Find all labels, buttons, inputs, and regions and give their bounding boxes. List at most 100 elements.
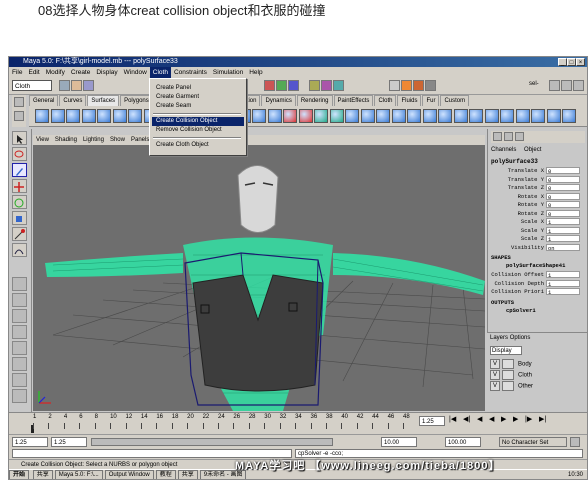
channel-attribute-row[interactable]: Collision Depth 1 xyxy=(488,279,587,289)
menu-file[interactable]: File xyxy=(9,67,25,78)
menu-item-create-collision-object[interactable]: Create Collision Object xyxy=(152,117,244,126)
shelf-tool-icon[interactable] xyxy=(546,109,561,123)
attribute-value-field[interactable]: 0 xyxy=(546,192,580,201)
snap-curve-icon[interactable] xyxy=(321,80,332,91)
shelf-tool-icon[interactable] xyxy=(128,109,142,123)
channel-attribute-row[interactable]: Scale Y1 xyxy=(488,226,587,236)
layer-color-swatch[interactable] xyxy=(502,359,514,369)
step-back-icon[interactable]: ◀ xyxy=(477,415,482,423)
layer-color-swatch[interactable] xyxy=(502,370,514,380)
channel-attribute-row[interactable]: Collision Offset 1 xyxy=(488,271,587,280)
channel-attribute-row[interactable]: Translate X0 xyxy=(488,167,587,176)
menu-display[interactable]: Display xyxy=(93,67,120,78)
viewport-menu-lighting[interactable]: Lighting xyxy=(80,135,107,145)
channel-attribute-row[interactable]: Collision Priori 1 xyxy=(488,288,587,297)
attribute-value-field[interactable]: 1 xyxy=(546,288,580,296)
attribute-value-field[interactable]: 0 xyxy=(546,184,580,192)
select-by-hierarchy-icon[interactable] xyxy=(264,80,275,91)
layout-single-pane-icon[interactable] xyxy=(12,277,27,291)
show-hide-channel-box-icon[interactable] xyxy=(573,80,584,91)
layout-graph-icon[interactable] xyxy=(12,341,27,355)
menu-item-create-cloth-object[interactable]: Create Cloth Object xyxy=(156,141,209,150)
character-set-select[interactable]: No Character Set xyxy=(499,437,567,447)
taskbar-item[interactable]: 共享 xyxy=(177,470,198,479)
viewport-menu-shading[interactable]: Shading xyxy=(52,135,80,145)
attribute-value-field[interactable]: 1 xyxy=(546,279,580,288)
shelf-tool-icon[interactable] xyxy=(252,109,266,123)
tab-layers[interactable]: Layers xyxy=(490,335,508,341)
menu-constraints[interactable]: Constraints xyxy=(171,67,210,78)
rotate-tool-icon[interactable] xyxy=(12,195,27,209)
menu-item-create-panel[interactable]: Create Panel xyxy=(156,84,191,93)
shelf-tool-icon[interactable] xyxy=(35,109,49,123)
select-tool-icon[interactable] xyxy=(12,131,27,145)
channel-attribute-row[interactable]: Visibility on xyxy=(488,243,587,253)
attribute-value-field[interactable]: 0 xyxy=(546,167,580,175)
play-backward-icon[interactable]: ◀ xyxy=(489,415,494,423)
lasso-tool-icon[interactable] xyxy=(12,147,27,161)
playback-start-field[interactable]: 1.25 xyxy=(51,437,87,447)
channel-attribute-row[interactable]: Rotate Y0 xyxy=(488,201,587,210)
close-button[interactable]: × xyxy=(576,58,585,66)
menu-create[interactable]: Create xyxy=(68,67,94,78)
end-time-field[interactable]: 100.00 xyxy=(445,437,481,447)
layout-side-by-side-icon[interactable] xyxy=(12,309,27,323)
minimize-button[interactable]: _ xyxy=(558,58,567,66)
move-tool-icon[interactable] xyxy=(12,179,27,193)
layer-visibility-toggle[interactable]: V xyxy=(490,381,500,391)
manipulator-tool-icon[interactable] xyxy=(12,227,27,241)
shelf-tab-menu-icon[interactable] xyxy=(14,97,24,107)
menu-simulation[interactable]: Simulation xyxy=(210,67,246,78)
shelf-tool-icon[interactable] xyxy=(438,109,452,123)
layout-four-pane-icon[interactable] xyxy=(12,293,27,307)
attribute-value-field[interactable]: on xyxy=(546,243,580,252)
maximize-button[interactable]: □ xyxy=(567,58,576,66)
show-hide-tool-settings-icon[interactable] xyxy=(561,80,572,91)
attribute-value-field[interactable]: 1 xyxy=(546,226,580,235)
snap-point-icon[interactable] xyxy=(333,80,344,91)
step-back-key-icon[interactable]: ◀| xyxy=(463,415,470,423)
channel-attribute-row[interactable]: Scale Z1 xyxy=(488,235,587,244)
layer-row-body[interactable]: V Body xyxy=(490,359,580,369)
shelf-tool-icon[interactable] xyxy=(562,109,576,123)
taskbar-item[interactable]: Output Window xyxy=(104,470,154,479)
layout-hypershade-icon[interactable] xyxy=(12,357,27,371)
attribute-value-field[interactable]: 0 xyxy=(546,209,580,218)
viewport-menu-view[interactable]: View xyxy=(33,135,52,145)
layout-persp-graph-icon[interactable] xyxy=(12,373,27,387)
attribute-value-field[interactable]: 0 xyxy=(546,175,580,184)
render-icon[interactable] xyxy=(401,80,412,91)
tab-channels[interactable]: Channels xyxy=(488,147,519,153)
layer-color-swatch[interactable] xyxy=(502,381,514,391)
render-globals-icon[interactable] xyxy=(425,80,436,91)
shelf-tool-icon[interactable] xyxy=(329,109,344,123)
select-by-component-icon[interactable] xyxy=(288,80,299,91)
shelf-tool-icon[interactable] xyxy=(469,109,483,123)
go-to-start-icon[interactable]: |◀ xyxy=(449,415,456,423)
shelf-tool-icon[interactable] xyxy=(500,109,514,123)
menu-set-select[interactable]: Cloth xyxy=(12,80,52,91)
perspective-viewport[interactable] xyxy=(33,135,485,411)
new-scene-icon[interactable] xyxy=(59,80,70,91)
shelf-tool-icon[interactable] xyxy=(50,109,65,123)
menu-item-create-seam[interactable]: Create Seam xyxy=(156,102,191,111)
shelf-tool-icon[interactable] xyxy=(267,109,282,123)
attribute-value-field[interactable]: 1 xyxy=(546,235,580,243)
layer-editor-icon[interactable] xyxy=(515,132,524,141)
shelf-tool-icon[interactable] xyxy=(314,109,328,123)
shelf-tool-icon[interactable] xyxy=(298,109,313,123)
output-name[interactable]: cpSolver1 xyxy=(506,307,536,314)
shelf-tool-icon[interactable] xyxy=(345,109,359,123)
layer-visibility-toggle[interactable]: V xyxy=(490,359,500,369)
paint-select-tool-icon[interactable] xyxy=(12,163,27,177)
channel-attribute-row[interactable]: Translate Z0 xyxy=(488,184,587,193)
channel-box-icon[interactable] xyxy=(504,132,513,141)
animation-preferences-icon[interactable] xyxy=(570,437,580,447)
start-button[interactable]: 开始 xyxy=(9,470,30,479)
save-scene-icon[interactable] xyxy=(83,80,94,91)
shelf-tool-icon[interactable] xyxy=(283,109,297,123)
shelf-tool-icon[interactable] xyxy=(360,109,375,123)
shelf-tool-icon[interactable] xyxy=(391,109,406,123)
scale-tool-icon[interactable] xyxy=(12,211,27,225)
menu-item-remove-collision-object[interactable]: Remove Collision Object xyxy=(156,126,222,135)
